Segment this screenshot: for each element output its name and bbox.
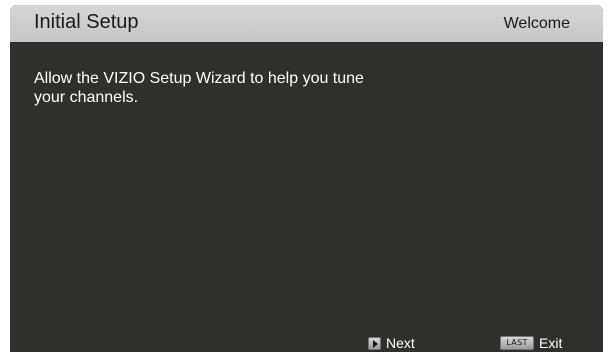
setup-dialog: Initial Setup Welcome Allow the VIZIO Se… xyxy=(10,5,603,352)
wizard-message: Allow the VIZIO Setup Wizard to help you… xyxy=(34,70,364,106)
header-bar: Initial Setup Welcome xyxy=(10,5,603,42)
last-key-icon: LAST xyxy=(500,336,534,350)
next-label: Next xyxy=(386,335,415,351)
exit-label: Exit xyxy=(539,335,563,351)
exit-button[interactable]: LAST Exit xyxy=(500,334,562,352)
step-title: Welcome xyxy=(503,15,570,32)
page-title: Initial Setup xyxy=(34,11,139,33)
play-key-icon xyxy=(368,336,381,350)
next-button[interactable]: Next xyxy=(368,334,415,352)
